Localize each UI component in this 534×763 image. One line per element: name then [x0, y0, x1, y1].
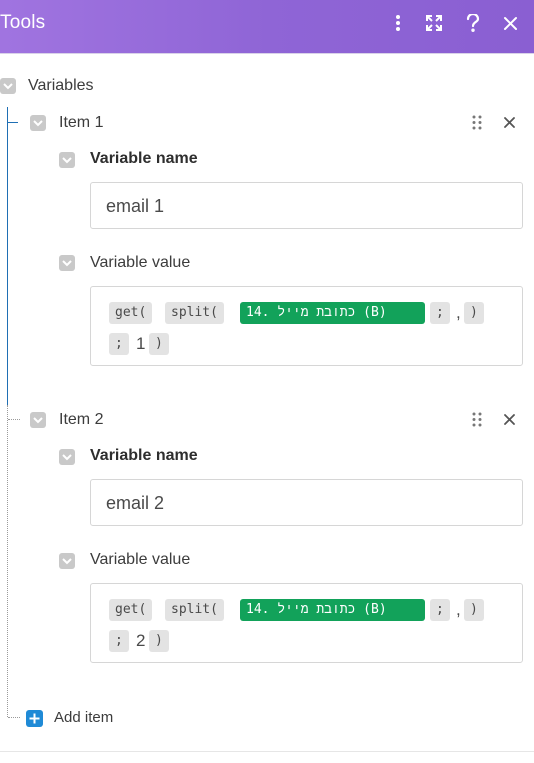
index-value-text: 2: [136, 631, 146, 650]
split-function-pill[interactable]: split(: [165, 599, 224, 621]
variables-label: Variables: [28, 77, 94, 94]
item-2-value-field[interactable]: get( split( 14. כתובת מייל (B) ; , ) ; 2…: [90, 583, 523, 663]
separator-pill[interactable]: ;: [430, 599, 450, 621]
field-reference-pill[interactable]: 14. כתובת מייל (B): [240, 302, 425, 324]
get-function-pill[interactable]: get(: [109, 302, 153, 324]
separator-pill[interactable]: ;: [109, 333, 129, 355]
tree-branch-item-2: [8, 419, 20, 420]
panel-title: Tools: [0, 12, 46, 33]
item-1-name-label: Variable name: [90, 150, 198, 167]
close-paren-pill[interactable]: ): [149, 630, 169, 652]
item-1-name-input[interactable]: email 1: [90, 182, 523, 229]
panel-header: Tools: [0, 0, 534, 54]
item-1-value-label: Variable value: [90, 254, 191, 271]
item-2-value-label: Variable value: [90, 551, 191, 568]
variables-collapse-checkbox[interactable]: [0, 78, 16, 94]
item-2-name-label: Variable name: [90, 447, 198, 464]
add-item-button[interactable]: [26, 710, 43, 727]
remove-item-icon[interactable]: [504, 117, 515, 128]
remove-item-icon[interactable]: [504, 414, 515, 425]
split-delimiter-text: ,: [456, 600, 461, 619]
index-value-text: 1: [136, 334, 146, 353]
close-paren-pill[interactable]: ): [464, 302, 484, 324]
tree-line-item-1: [7, 107, 8, 405]
item-1-label: Item 1: [59, 114, 104, 131]
add-item-label[interactable]: Add item: [54, 709, 113, 726]
split-function-pill[interactable]: split(: [165, 302, 224, 324]
separator-pill[interactable]: ;: [109, 630, 129, 652]
tree-branch-item-1: [8, 122, 18, 123]
separator-pill[interactable]: ;: [430, 302, 450, 324]
tree-line-item-2: [7, 405, 8, 717]
help-icon[interactable]: [460, 10, 486, 36]
item-1-value-collapse-checkbox[interactable]: [59, 255, 75, 271]
drag-handle-icon[interactable]: [472, 412, 482, 427]
split-delimiter-text: ,: [456, 303, 461, 322]
item-1-value-field[interactable]: get( split( 14. כתובת מייל (B) ; , ) ; 1…: [90, 286, 523, 366]
item-1-name-collapse-checkbox[interactable]: [59, 152, 75, 168]
item-1-collapse-checkbox[interactable]: [30, 115, 46, 131]
kebab-menu-icon[interactable]: [385, 10, 411, 36]
item-2-collapse-checkbox[interactable]: [30, 412, 46, 428]
item-2-name-value: email 2: [106, 493, 165, 513]
close-paren-pill[interactable]: ): [464, 599, 484, 621]
field-reference-pill[interactable]: 14. כתובת מייל (B): [240, 599, 425, 621]
item-1-name-value: email 1: [106, 196, 165, 216]
close-icon[interactable]: [497, 10, 523, 36]
item-2-name-input[interactable]: email 2: [90, 479, 523, 526]
expand-icon[interactable]: [421, 10, 447, 36]
panel-divider: [0, 751, 534, 752]
drag-handle-icon[interactable]: [472, 115, 482, 130]
plus-icon: [29, 713, 40, 724]
item-2-value-collapse-checkbox[interactable]: [59, 553, 75, 569]
item-2-label: Item 2: [59, 411, 104, 428]
get-function-pill[interactable]: get(: [109, 599, 153, 621]
tree-branch-add: [8, 717, 20, 718]
item-2-name-collapse-checkbox[interactable]: [59, 449, 75, 465]
close-paren-pill[interactable]: ): [149, 333, 169, 355]
